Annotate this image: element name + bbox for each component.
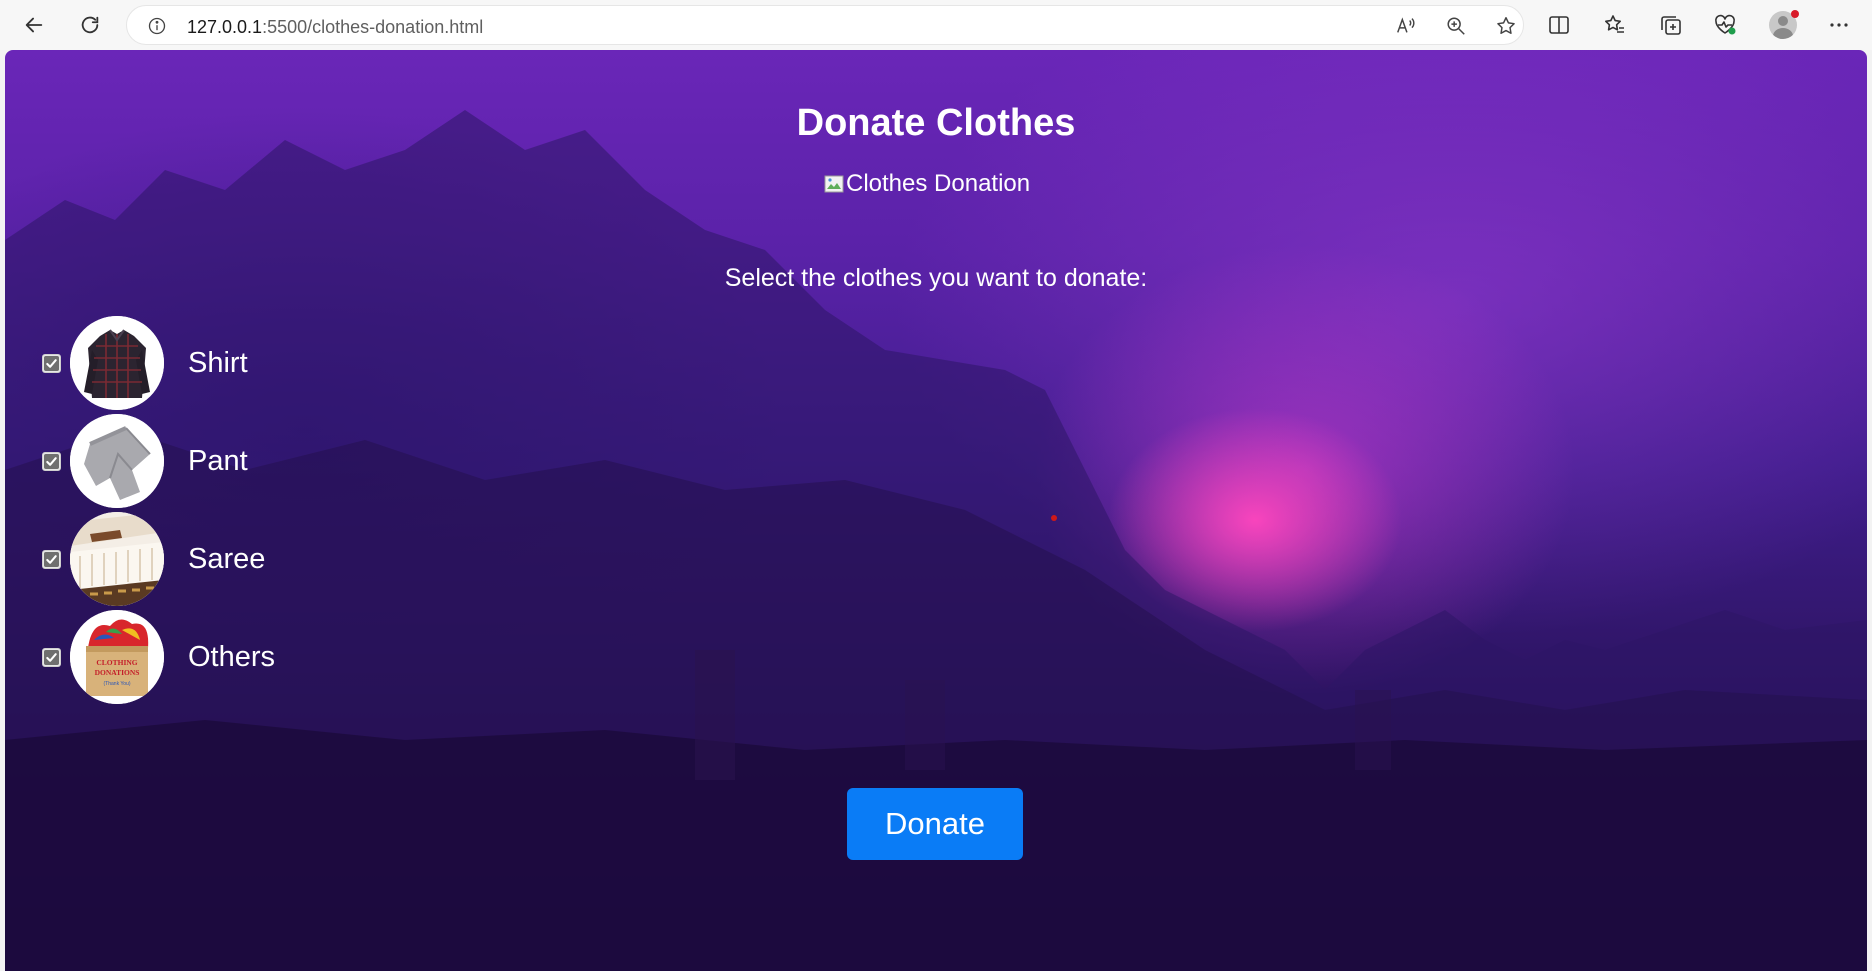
donate-button[interactable]: Donate xyxy=(847,788,1023,860)
address-bar[interactable]: 127.0.0.1:5500/clothes-donation.html xyxy=(126,5,1524,45)
others-box-text-3: (Thank You) xyxy=(104,681,131,687)
zoom-icon[interactable] xyxy=(1445,15,1467,37)
more-menu-icon[interactable] xyxy=(1827,13,1851,37)
broken-image-icon xyxy=(824,175,844,193)
reload-icon xyxy=(81,16,99,34)
favorite-star-icon[interactable] xyxy=(1495,15,1517,37)
pant-image xyxy=(70,414,164,508)
others-box-text-2: DONATIONS xyxy=(95,668,140,677)
reload-button[interactable] xyxy=(70,5,110,45)
url-host: 127.0.0.1 xyxy=(187,17,263,37)
others-box-text-1: CLOTHING xyxy=(96,658,137,667)
browser-essentials-icon[interactable] xyxy=(1713,13,1737,37)
cloth-label-saree: Saree xyxy=(188,542,266,575)
collections-icon[interactable] xyxy=(1659,13,1683,37)
check-icon xyxy=(44,355,59,371)
split-screen-icon[interactable] xyxy=(1547,13,1571,37)
back-icon xyxy=(25,17,43,33)
read-aloud-icon[interactable] xyxy=(1395,15,1417,37)
checkbox-pant[interactable] xyxy=(42,451,61,471)
back-button[interactable] xyxy=(14,5,54,45)
others-image: CLOTHING DONATIONS (Thank You) xyxy=(70,610,164,704)
browser-toolbar: 127.0.0.1:5500/clothes-donation.html xyxy=(0,0,1872,50)
notification-dot xyxy=(1791,10,1799,18)
url-path: :5500/clothes-donation.html xyxy=(262,17,484,37)
site-info-icon[interactable] xyxy=(147,16,167,36)
url-text[interactable]: 127.0.0.1:5500/clothes-donation.html xyxy=(187,17,483,38)
cloth-label-shirt: Shirt xyxy=(188,346,248,379)
check-icon xyxy=(44,453,59,469)
cloth-item-others[interactable]: CLOTHING DONATIONS (Thank You) Others xyxy=(42,610,342,704)
cloth-item-shirt[interactable]: Shirt xyxy=(42,316,342,410)
cloth-item-pant[interactable]: Pant xyxy=(42,414,342,508)
checkbox-others[interactable] xyxy=(42,647,61,667)
select-prompt: Select the clothes you want to donate: xyxy=(724,264,1148,292)
shirt-image xyxy=(70,316,164,410)
red-dot-marker xyxy=(1051,515,1057,521)
clothes-donation-image: Clothes Donation xyxy=(824,170,1031,197)
checkbox-saree[interactable] xyxy=(42,549,61,569)
favorites-icon[interactable] xyxy=(1603,13,1627,37)
check-icon xyxy=(44,649,59,665)
saree-image xyxy=(70,512,164,606)
page-viewport: Donate Clothes Clothes Donation Select t… xyxy=(5,50,1867,971)
cloth-item-saree[interactable]: Saree xyxy=(42,512,342,606)
page-title: Donate Clothes xyxy=(796,102,1076,144)
check-icon xyxy=(44,551,59,567)
cloth-label-pant: Pant xyxy=(188,444,248,477)
image-alt-text: Clothes Donation xyxy=(846,170,1031,197)
checkbox-shirt[interactable] xyxy=(42,353,61,373)
cloth-label-others: Others xyxy=(188,640,276,673)
